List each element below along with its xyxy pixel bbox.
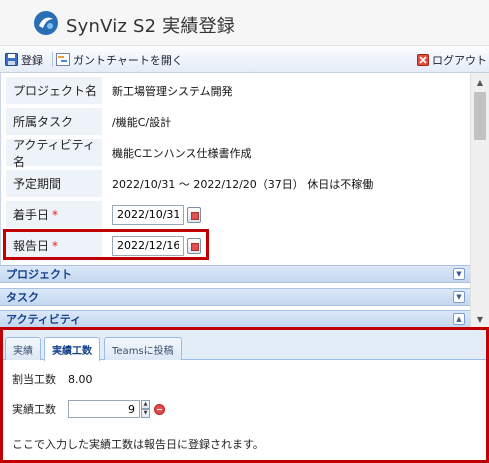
activity-value: 機能Cエンハンス仕様書作成 bbox=[112, 146, 252, 160]
project-label: プロジェクト名 bbox=[6, 77, 102, 104]
scroll-up-icon[interactable]: ▲ bbox=[471, 74, 489, 91]
logout-icon bbox=[417, 53, 429, 66]
register-label: 登録 bbox=[21, 53, 43, 67]
logout-label: ログアウト bbox=[432, 53, 487, 67]
scrollbar-thumb[interactable] bbox=[474, 92, 486, 140]
panel-project-label: プロジェクト bbox=[6, 268, 72, 281]
panel-task[interactable]: タスク ▼ bbox=[0, 288, 470, 306]
task-value: /機能C/設計 bbox=[112, 115, 172, 129]
period-value: 2022/10/31 ～ 2022/12/20（37日） 休日は不稼働 bbox=[112, 177, 374, 191]
start-date-label-text: 着手日 bbox=[13, 208, 50, 222]
scroll-down-icon[interactable]: ▼ bbox=[471, 311, 489, 328]
save-icon bbox=[5, 53, 18, 66]
period-label: 予定期間 bbox=[6, 170, 102, 197]
activity-label: アクティビティ名 bbox=[6, 138, 102, 169]
task-row: 所属タスク /機能C/設計 bbox=[6, 108, 171, 135]
period-row: 予定期間 2022/10/31 ～ 2022/12/20（37日） 休日は不稼働 bbox=[6, 170, 373, 197]
project-value: 新工場管理システム開発 bbox=[112, 84, 233, 98]
panel-task-label: タスク bbox=[6, 291, 39, 304]
required-mark: * bbox=[52, 207, 59, 222]
start-date-input[interactable] bbox=[112, 204, 184, 225]
open-gantt-label: ガントチャートを開く bbox=[73, 53, 183, 67]
expand-icon[interactable]: ▼ bbox=[453, 268, 465, 280]
toolbar: 登録 ガントチャートを開く ログアウト bbox=[0, 46, 489, 73]
toolbar-separator bbox=[52, 52, 53, 67]
start-date-row: 着手日 * bbox=[6, 201, 201, 228]
report-date-highlight bbox=[3, 229, 209, 260]
effort-panel-highlight bbox=[0, 327, 489, 463]
start-date-label: 着手日 * bbox=[6, 201, 102, 228]
register-button[interactable]: 登録 bbox=[5, 50, 43, 69]
panel-activity-label: アクティビティ bbox=[6, 313, 82, 326]
gantt-chart-icon bbox=[56, 53, 70, 66]
app-header: SynViz S2 実績登録 bbox=[0, 0, 489, 46]
logout-button[interactable]: ログアウト bbox=[417, 50, 487, 69]
panel-activity[interactable]: アクティビティ ▲ bbox=[0, 310, 470, 328]
project-row: プロジェクト名 新工場管理システム開発 bbox=[6, 77, 233, 104]
expand-icon[interactable]: ▼ bbox=[453, 291, 465, 303]
activity-row: アクティビティ名 機能Cエンハンス仕様書作成 bbox=[6, 138, 252, 169]
calendar-icon[interactable] bbox=[187, 206, 201, 223]
vertical-scrollbar[interactable]: ▲ ▼ bbox=[470, 73, 489, 329]
synviz-logo-icon bbox=[34, 11, 58, 35]
open-gantt-button[interactable]: ガントチャートを開く bbox=[56, 50, 183, 69]
task-label: 所属タスク bbox=[6, 108, 102, 135]
collapse-icon[interactable]: ▲ bbox=[453, 313, 465, 325]
app-title: SynViz S2 実績登録 bbox=[66, 16, 235, 37]
panel-project[interactable]: プロジェクト ▼ bbox=[0, 265, 470, 283]
